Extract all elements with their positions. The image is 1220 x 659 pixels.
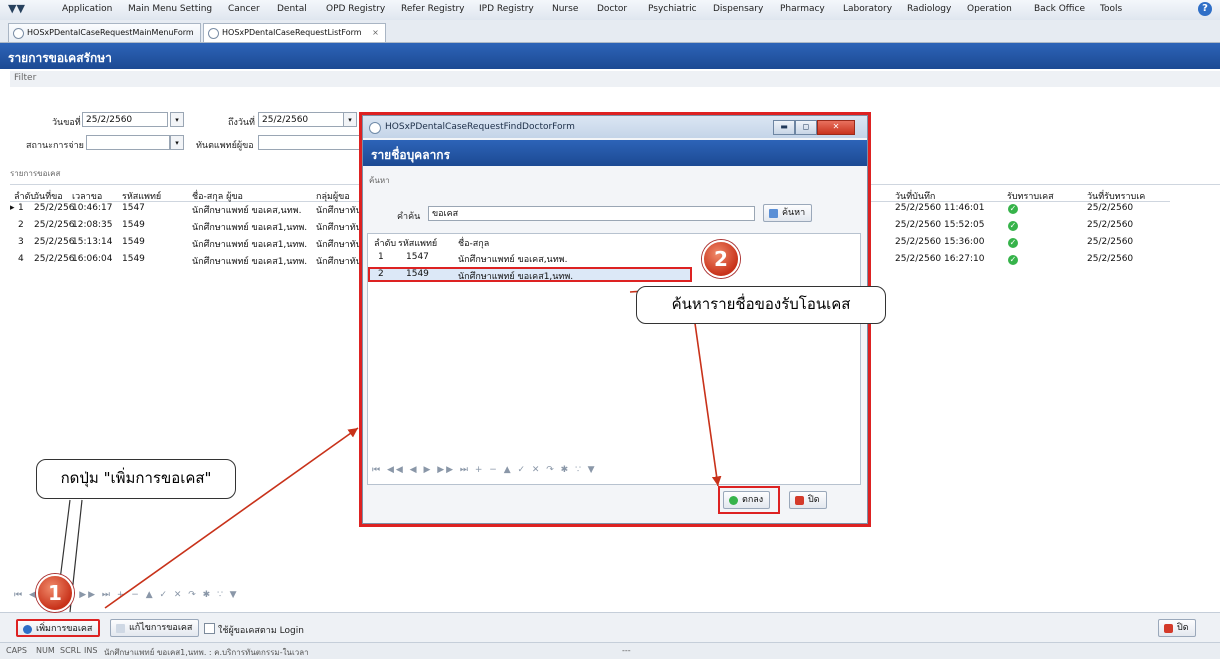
callout-add-case: กดปุ่ม "เพิ่มการขอเคส" (36, 459, 236, 499)
annotation-arrows (55, 287, 722, 613)
step-1-badge: 1 (36, 574, 74, 612)
callout-search-names: ค้นหารายชื่อของรับโอนเคส (636, 286, 886, 324)
arrow-to-dialog (104, 427, 359, 609)
step-2-badge: 2 (702, 240, 740, 278)
